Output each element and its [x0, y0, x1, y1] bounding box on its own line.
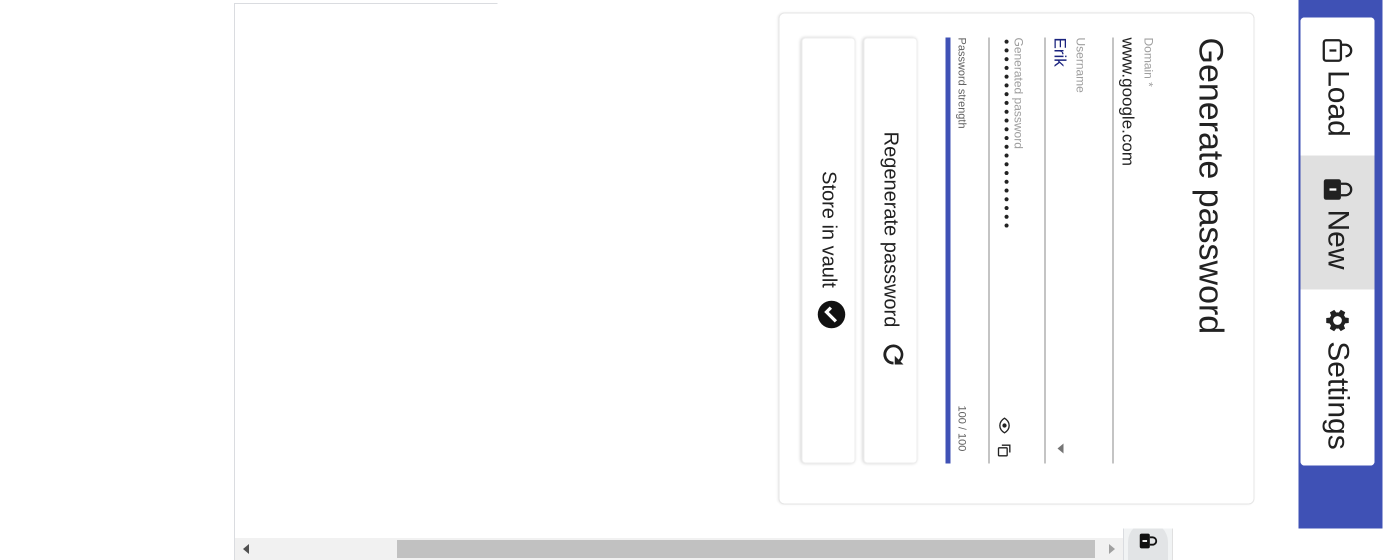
store-in-vault-button[interactable]: Store in vault: [801, 37, 856, 464]
password-strength-count: 100 / 100: [955, 405, 968, 452]
page-title: Generate password: [1191, 37, 1230, 335]
store-in-vault-label: Store in vault: [818, 171, 840, 288]
lock-icon: [1322, 175, 1354, 203]
scrollbar-thumb[interactable]: [397, 540, 1095, 558]
generated-password-field[interactable]: ••••••••••••••••••••••: [998, 38, 1014, 231]
check-circle-icon: [811, 300, 847, 330]
password-strength-fill: [945, 37, 951, 464]
gear-icon: [1323, 305, 1353, 335]
domain-label: Domain *: [1141, 37, 1156, 87]
username-underline: [1044, 37, 1046, 464]
password-generator-popup: Load New Settings Generate password Doma…: [497, 0, 1383, 529]
copy-icon[interactable]: [996, 442, 1014, 460]
tab-settings-label: Settings: [1321, 341, 1355, 450]
tab-group: Load New Settings: [1300, 17, 1375, 466]
password-underline: [988, 37, 990, 464]
password-strength-label: Password strength: [955, 37, 968, 129]
domain-underline: [1112, 37, 1114, 464]
scroll-left-arrow-icon[interactable]: [235, 538, 257, 560]
username-select[interactable]: Erik: [1050, 38, 1070, 67]
regenerate-password-button[interactable]: Regenerate password: [863, 37, 918, 464]
lock-open-icon: [1322, 36, 1354, 64]
left-blank-area: [0, 0, 234, 560]
tab-settings[interactable]: Settings: [1300, 289, 1375, 466]
tab-bar: Load New Settings: [1298, 0, 1383, 529]
tab-load-label: Load: [1321, 70, 1355, 137]
username-label: Username: [1073, 37, 1088, 93]
popup-content: Load New Settings Generate password Doma…: [497, 0, 1383, 529]
eye-icon[interactable]: [998, 417, 1012, 434]
scroll-right-arrow-icon[interactable]: [1101, 538, 1123, 560]
refresh-icon: [873, 339, 909, 369]
tab-new-label: New: [1321, 209, 1355, 270]
horizontal-scrollbar[interactable]: [235, 538, 1123, 560]
generate-password-card: Generate password Domain * www.google.co…: [778, 12, 1255, 505]
generated-password-label: Generated password: [1011, 37, 1026, 149]
chevron-down-icon[interactable]: [1057, 443, 1064, 454]
password-strength-bar: [945, 37, 951, 464]
regenerate-password-label: Regenerate password: [880, 131, 902, 328]
domain-input[interactable]: www.google.com: [1118, 38, 1138, 167]
tab-load[interactable]: Load: [1300, 17, 1375, 156]
tab-new[interactable]: New: [1300, 155, 1375, 290]
